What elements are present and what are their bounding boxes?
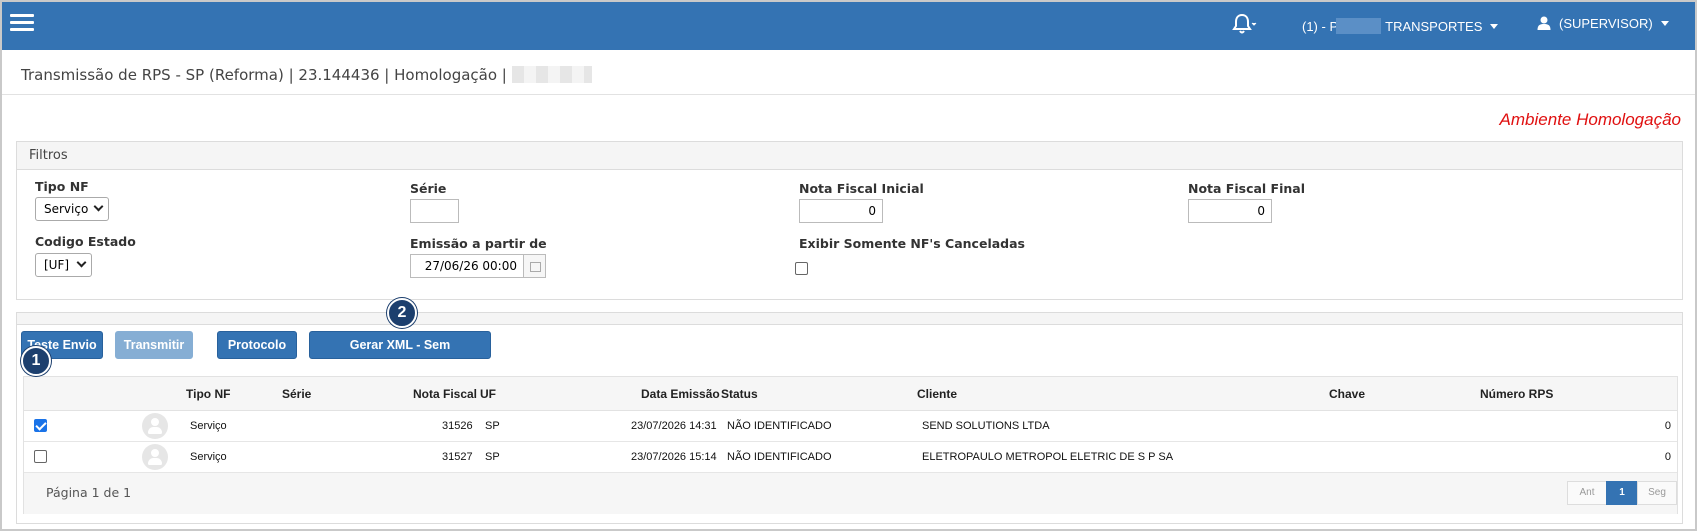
emissao-label: Emissão a partir de xyxy=(410,236,547,251)
cell-uf: SP xyxy=(485,451,500,463)
tipo-nf-label: Tipo NF xyxy=(35,179,89,194)
company-label: (1) - P xyxy=(1302,19,1339,34)
next-page-button[interactable]: Seg xyxy=(1637,481,1677,505)
user-icon xyxy=(1537,16,1551,30)
table-row[interactable]: Serviço 31527 SP 23/07/2026 15:14 NÃO ID… xyxy=(24,442,1677,473)
protocolo-button[interactable]: Protocolo xyxy=(217,331,297,359)
col-chave: Chave xyxy=(1329,387,1366,401)
nf-inicial-input[interactable]: 0 xyxy=(799,199,883,223)
menu-icon[interactable] xyxy=(10,14,34,34)
serie-input[interactable] xyxy=(410,199,459,223)
results-panel-header xyxy=(17,313,1682,325)
row-checkbox[interactable] xyxy=(34,419,47,432)
redacted-mask xyxy=(1336,18,1382,34)
table-row[interactable]: Serviço 31526 SP 23/07/2026 14:31 NÃO ID… xyxy=(24,411,1677,442)
cell-data-emissao: 23/07/2026 14:31 xyxy=(631,420,717,432)
chevron-down-icon xyxy=(1490,24,1499,29)
divider xyxy=(2,94,1695,95)
cell-nota-fiscal: 31526 xyxy=(442,420,473,432)
cell-numero-rps: 0 xyxy=(1664,451,1671,463)
redacted-mask xyxy=(511,66,592,83)
canceladas-checkbox[interactable] xyxy=(795,262,808,275)
nf-final-input[interactable]: 0 xyxy=(1188,199,1272,223)
col-nota-fiscal: Nota Fiscal xyxy=(413,387,478,401)
tipo-nf-value: Serviço xyxy=(44,202,89,216)
col-tipo-nf: Tipo NF xyxy=(186,387,231,401)
results-panel: Teste Envio Transmitir Protocolo Gerar X… xyxy=(16,298,1683,524)
pagination: Ant 1 Seg xyxy=(1567,481,1677,505)
transmitir-button[interactable]: Transmitir xyxy=(115,331,193,359)
prev-page-button[interactable]: Ant xyxy=(1567,481,1607,505)
table-header: Tipo NF Série Nota Fiscal UF Data Emissã… xyxy=(24,377,1677,411)
cell-cliente: SEND SOLUTIONS LTDA xyxy=(922,420,1050,432)
cell-nota-fiscal: 31527 xyxy=(442,451,473,463)
chevron-down-icon xyxy=(93,201,104,212)
col-status: Status xyxy=(721,387,758,401)
app-window: (1) - P TRANSPORTES (SUPERVISOR) Transmis… xyxy=(0,0,1697,531)
chevron-down-icon xyxy=(1660,21,1669,26)
user-menu[interactable]: (SUPERVISOR) xyxy=(1537,16,1669,31)
tipo-nf-select[interactable]: Serviço xyxy=(35,197,109,221)
page-title-text: Transmissão de RPS - SP (Reforma) | 23.1… xyxy=(21,66,507,84)
codigo-estado-select[interactable]: [UF] xyxy=(35,253,92,277)
page-title: Transmissão de RPS - SP (Reforma) | 23.1… xyxy=(21,66,592,84)
cell-data-emissao: 23/07/2026 15:14 xyxy=(631,451,717,463)
col-numero-rps: Número RPS xyxy=(1480,387,1554,401)
environment-label: Ambiente Homologação xyxy=(1499,110,1681,129)
col-serie: Série xyxy=(282,387,312,401)
page-1-button[interactable]: 1 xyxy=(1606,481,1638,505)
codigo-estado-value: [UF] xyxy=(44,258,70,272)
filters-panel: Filtros Tipo NF Serviço Série Nota Fisca… xyxy=(16,141,1683,300)
gerar-xml-button[interactable]: Gerar XML - Sem Transmissão xyxy=(309,331,491,378)
cell-tipo-nf: Serviço xyxy=(190,420,227,432)
rps-table: Tipo NF Série Nota Fiscal UF Data Emissã… xyxy=(23,376,1678,514)
cell-tipo-nf: Serviço xyxy=(190,451,227,463)
cell-uf: SP xyxy=(485,420,500,432)
cell-numero-rps: 0 xyxy=(1664,420,1671,432)
page-info: Página 1 de 1 xyxy=(46,485,132,500)
cell-status: NÃO IDENTIFICADO xyxy=(727,451,832,463)
nf-final-label: Nota Fiscal Final xyxy=(1188,181,1305,196)
step-badge-2: 2 xyxy=(387,298,417,328)
cell-status: NÃO IDENTIFICADO xyxy=(727,420,832,432)
col-data-emissao: Data Emissão xyxy=(641,387,720,401)
canceladas-label: Exibir Somente NF's Canceladas xyxy=(799,236,1025,251)
nf-inicial-label: Nota Fiscal Inicial xyxy=(799,181,924,196)
col-cliente: Cliente xyxy=(917,387,958,401)
cell-cliente: ELETROPAULO METROPOL ELETRIC DE S P SA xyxy=(922,451,1174,463)
col-uf: UF xyxy=(480,387,496,401)
step-badge-1: 1 xyxy=(21,346,51,376)
avatar-icon xyxy=(142,444,168,470)
avatar-icon xyxy=(142,413,168,439)
serie-label: Série xyxy=(410,181,447,196)
codigo-estado-label: Codigo Estado xyxy=(35,234,136,249)
row-checkbox[interactable] xyxy=(34,450,47,463)
company-selector[interactable]: (1) - P TRANSPORTES xyxy=(1302,18,1499,34)
company-suffix: TRANSPORTES xyxy=(1385,19,1483,34)
table-footer: Página 1 de 1 Ant 1 Seg xyxy=(24,473,1677,514)
user-role: (SUPERVISOR) xyxy=(1559,16,1653,31)
chevron-down-icon xyxy=(76,257,87,268)
emissao-input[interactable]: 27/06/26 00:00 xyxy=(410,254,524,278)
top-bar: (1) - P TRANSPORTES (SUPERVISOR) xyxy=(2,2,1695,50)
notifications-bell-icon[interactable] xyxy=(1232,13,1258,39)
calendar-icon[interactable] xyxy=(524,254,546,278)
filters-panel-title: Filtros xyxy=(17,142,1682,170)
